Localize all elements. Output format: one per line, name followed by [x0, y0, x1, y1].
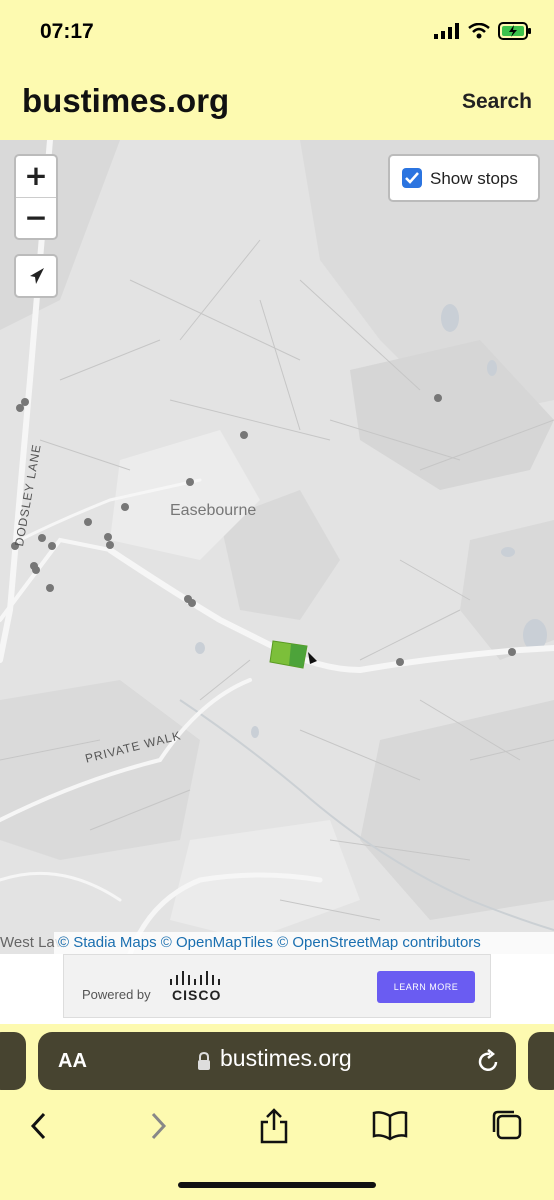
bookmarks-button[interactable]: [370, 1108, 410, 1144]
place-label-easebourne: Easebourne: [170, 502, 257, 519]
tabs-button[interactable]: [488, 1108, 528, 1144]
checkmark-icon: [405, 172, 419, 184]
show-stops-label: Show stops: [430, 169, 518, 188]
map[interactable]: DODSLEY LANE Easebourne PRIVATE WALK + −…: [0, 140, 554, 954]
share-icon: [260, 1108, 288, 1144]
forward-button[interactable]: [138, 1108, 178, 1144]
cisco-logo-icon: [170, 971, 220, 985]
chevron-left-icon: [30, 1112, 46, 1140]
wifi-icon: [468, 23, 490, 39]
ad-brand: CISCO: [172, 987, 222, 1003]
site-header: bustimes.org Search: [0, 66, 554, 140]
chevron-right-icon: [151, 1112, 167, 1140]
signal-icon: [434, 23, 459, 39]
site-title[interactable]: bustimes.org: [22, 82, 229, 120]
status-bar: 07:17: [0, 0, 554, 66]
home-indicator: [178, 1182, 376, 1188]
back-button[interactable]: [20, 1108, 60, 1144]
tabs-icon: [492, 1110, 522, 1140]
browser-bar: AA bustimes.org: [0, 1024, 554, 1200]
ad-area: Powered by CISCO LEARN MORE: [0, 954, 554, 1024]
locate-button[interactable]: [14, 254, 58, 298]
url-text: bustimes.org: [220, 1045, 352, 1071]
reader-options-button[interactable]: AA: [58, 1050, 87, 1073]
battery-charging-icon: [498, 22, 531, 40]
attribution-links[interactable]: © Stadia Maps © OpenMapTiles © OpenStree…: [58, 934, 481, 951]
status-time: 07:17: [40, 20, 94, 43]
lock-icon: [198, 1052, 210, 1070]
map-tiles: [0, 140, 554, 954]
ad-powered-by: Powered by: [82, 987, 151, 1002]
ad-learn-more-button[interactable]: LEARN MORE: [377, 971, 475, 1003]
map-attribution: West Lavi © Stadia Maps © OpenMapTiles ©…: [0, 932, 554, 954]
search-link[interactable]: Search: [462, 90, 532, 114]
zoom-out-button[interactable]: −: [16, 198, 56, 239]
browser-toolbar: [0, 1100, 554, 1150]
status-icons: [434, 22, 532, 40]
location-arrow-icon: [30, 268, 44, 284]
zoom-control: + −: [14, 154, 58, 240]
address-bar[interactable]: AA bustimes.org: [38, 1032, 516, 1090]
share-button[interactable]: [254, 1108, 294, 1144]
show-stops-checkbox[interactable]: [402, 168, 422, 188]
reload-icon[interactable]: [476, 1048, 500, 1074]
previous-tab-preview[interactable]: [0, 1032, 26, 1090]
next-tab-preview[interactable]: [528, 1032, 554, 1090]
book-icon: [372, 1111, 408, 1141]
ad-banner[interactable]: Powered by CISCO LEARN MORE: [63, 954, 491, 1018]
zoom-in-button[interactable]: +: [16, 156, 56, 198]
show-stops-toggle[interactable]: Show stops: [388, 154, 540, 202]
